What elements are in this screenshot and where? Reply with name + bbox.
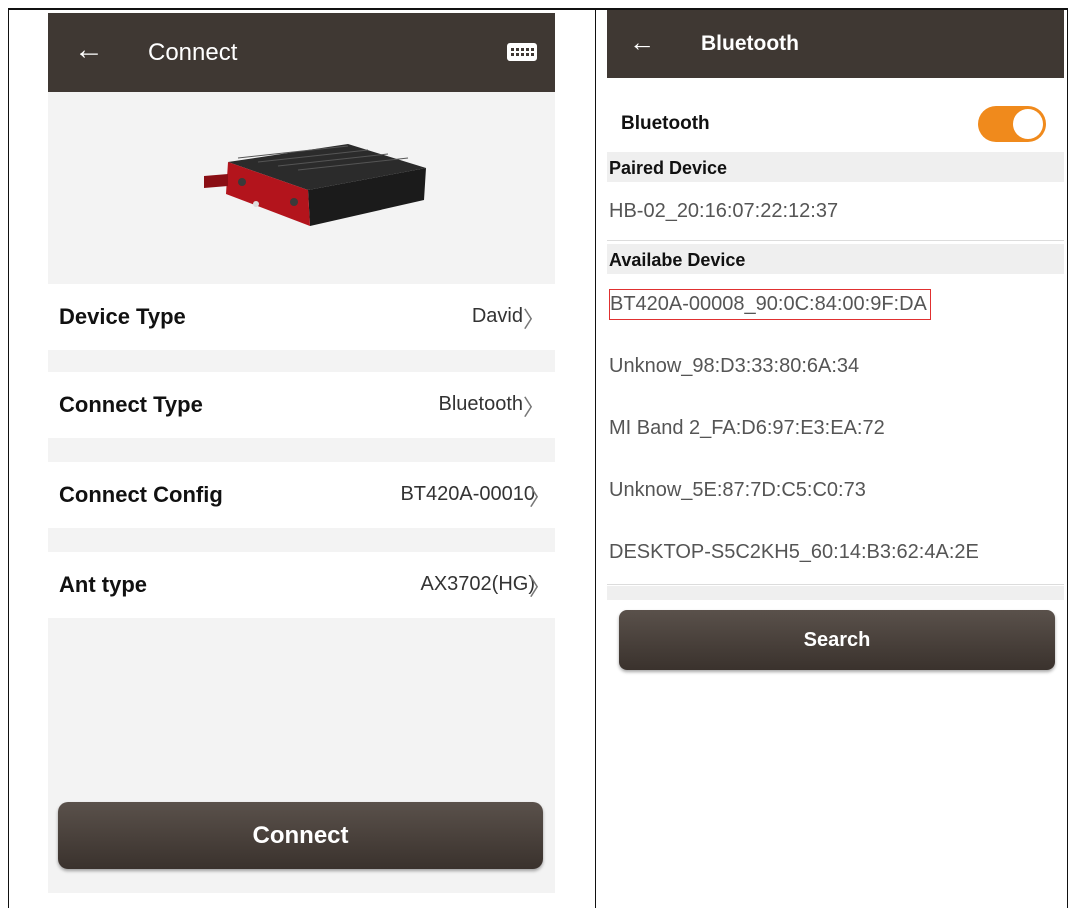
chevron-right-icon: 〉 (522, 395, 545, 420)
ant-type-row[interactable]: Ant type AX3702(HG) 〉 (48, 552, 555, 618)
bluetooth-label: Bluetooth (621, 113, 710, 134)
chevron-right-icon: 〉 (522, 307, 545, 332)
arrow-left-icon[interactable]: ← (629, 27, 655, 58)
page-title: Bluetooth (701, 32, 799, 55)
ant-type-label: Ant type (59, 572, 147, 597)
available-device-item[interactable]: Unknow_98:D3:33:80:6A:34 (607, 336, 1064, 399)
available-device-item[interactable]: Unknow_5E:87:7D:C5:C0:73 (607, 460, 1064, 523)
device-name: Unknow_5E:87:7D:C5:C0:73 (609, 479, 866, 501)
frame-right-line (1067, 8, 1068, 908)
connect-button[interactable]: Connect (58, 802, 543, 869)
section-title: Availabe Device (609, 250, 746, 270)
connect-config-value: BT420A-00010 (400, 483, 535, 505)
connect-type-label: Connect Type (59, 392, 203, 417)
keyboard-icon[interactable] (507, 43, 537, 61)
device-name: MI Band 2_FA:D6:97:E3:EA:72 (609, 417, 885, 439)
connect-type-row[interactable]: Connect Type Bluetooth 〉 (48, 372, 555, 438)
available-device-header: Availabe Device (607, 244, 1064, 274)
device-image-area (48, 92, 555, 284)
search-button[interactable]: Search (619, 610, 1055, 670)
connect-screen: ← Connect Device Type David 〉 Connect Ty… (48, 13, 555, 893)
paired-device-item[interactable]: HB-02_20:16:07:22:12:37 (607, 182, 1064, 241)
frame-left-line (8, 8, 9, 908)
device-name: HB-02_20:16:07:22:12:37 (609, 200, 839, 222)
bluetooth-toggle[interactable] (978, 106, 1046, 142)
toggle-knob (1013, 109, 1043, 139)
chevron-right-icon: 〉 (528, 575, 551, 600)
available-device-item[interactable]: MI Band 2_FA:D6:97:E3:EA:72 (607, 398, 1064, 461)
device-name: Unknow_98:D3:33:80:6A:34 (609, 355, 860, 377)
connect-config-row[interactable]: Connect Config BT420A-00010 〉 (48, 462, 555, 528)
device-type-row[interactable]: Device Type David 〉 (48, 284, 555, 350)
bluetooth-app-bar: ← Bluetooth (607, 10, 1064, 78)
bluetooth-screen: ← Bluetooth Bluetooth Paired Device HB-0… (607, 10, 1064, 908)
ant-type-value: AX3702(HG) (420, 573, 536, 595)
bluetooth-toggle-row: Bluetooth (607, 98, 1064, 150)
available-device-item[interactable]: BT420A-00008_90:0C:84:00:9F:DA (607, 274, 1064, 337)
paired-device-header: Paired Device (607, 152, 1064, 182)
connect-config-label: Connect Config (59, 482, 223, 507)
arrow-left-icon[interactable]: ← (74, 35, 104, 65)
chevron-right-icon: 〉 (528, 485, 551, 510)
device-name: DESKTOP-S5C2KH5_60:14:B3:62:4A:2E (609, 541, 979, 563)
page-title: Connect (148, 39, 238, 66)
connect-type-value: Bluetooth (438, 393, 523, 415)
connect-app-bar: ← Connect (48, 13, 555, 92)
list-footer-divider (607, 586, 1064, 600)
section-title: Paired Device (609, 158, 728, 178)
available-device-item[interactable]: DESKTOP-S5C2KH5_60:14:B3:62:4A:2E (607, 522, 1064, 585)
device-type-value: David (471, 305, 523, 327)
device-name: BT420A-00008_90:0C:84:00:9F:DA (609, 289, 931, 320)
device-type-label: Device Type (59, 304, 186, 329)
frame-divider-line (595, 8, 596, 908)
receiver-device-image (204, 144, 426, 226)
